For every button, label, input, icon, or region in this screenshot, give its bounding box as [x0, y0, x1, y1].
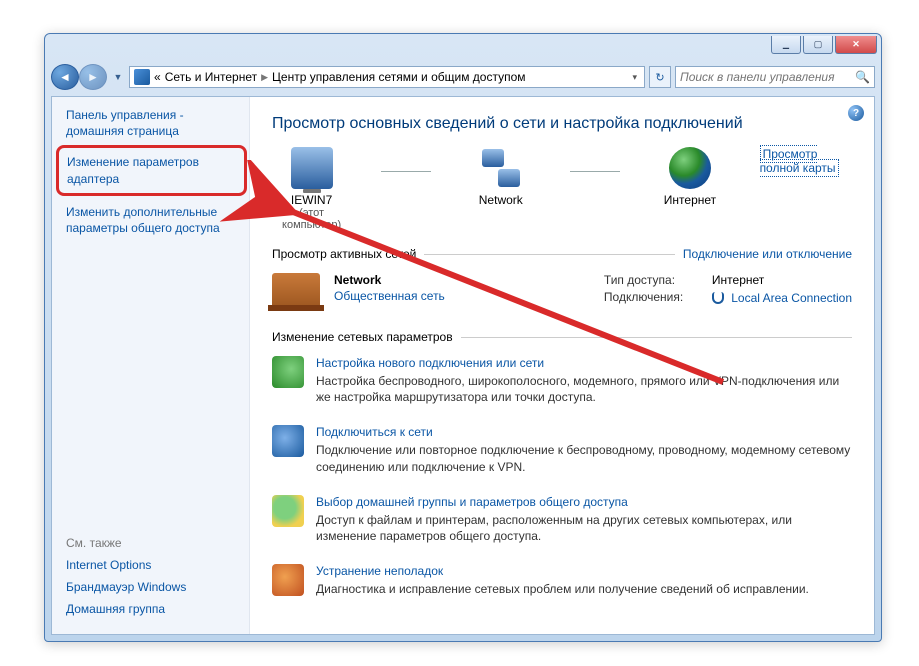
- breadcrumb-sep[interactable]: ▶: [261, 72, 268, 83]
- access-type-label: Тип доступа:: [604, 273, 700, 287]
- sidebar: Панель управления - домашняя страница Из…: [52, 97, 250, 634]
- task-list: Настройка нового подключения или сети На…: [272, 350, 852, 611]
- task-desc: Доступ к файлам и принтерам, расположенн…: [316, 512, 852, 544]
- breadcrumb-prefix: «: [154, 70, 161, 84]
- network-icon: [480, 147, 522, 189]
- task-desc: Настройка беспроводного, широкополосного…: [316, 373, 852, 405]
- map-connector: [381, 171, 431, 172]
- maximize-button[interactable]: [803, 36, 833, 54]
- annotation-highlight: Изменение параметров адаптера: [56, 145, 247, 195]
- public-network-icon: [272, 273, 320, 305]
- connections-label: Подключения:: [604, 290, 700, 305]
- adapter-settings-link[interactable]: Изменение параметров адаптера: [67, 154, 236, 186]
- task-connect-network: Подключиться к сети Подключение или повт…: [272, 419, 852, 488]
- control-panel-home-link[interactable]: Панель управления - домашняя страница: [66, 107, 239, 139]
- task-homegroup: Выбор домашней группы и параметров общег…: [272, 489, 852, 558]
- refresh-button[interactable]: ↻: [649, 66, 671, 88]
- change-settings-header: Изменение сетевых параметров: [272, 330, 852, 344]
- search-input[interactable]: [680, 70, 851, 84]
- connect-network-icon: [272, 425, 304, 457]
- see-also-homegroup[interactable]: Домашняя группа: [66, 602, 239, 616]
- address-bar[interactable]: « Сеть и Интернет ▶ Центр управления сет…: [129, 66, 645, 88]
- back-button[interactable]: ◄: [51, 64, 79, 90]
- map-internet[interactable]: Интернет: [650, 147, 729, 207]
- task-link[interactable]: Выбор домашней группы и параметров общег…: [316, 495, 628, 509]
- ethernet-icon: [712, 292, 724, 304]
- task-link[interactable]: Устранение неполадок: [316, 564, 443, 578]
- see-also-firewall[interactable]: Брандмауэр Windows: [66, 580, 239, 594]
- main-panel: ? Просмотр основных сведений о сети и на…: [250, 97, 874, 634]
- active-network-block: Network Общественная сеть Тип доступа: И…: [272, 267, 852, 322]
- see-also-title: См. также: [66, 536, 239, 550]
- breadcrumb-level1[interactable]: Сеть и Интернет: [165, 70, 257, 84]
- troubleshoot-icon: [272, 564, 304, 596]
- map-this-computer[interactable]: IEWIN7 (этот компьютер): [272, 147, 351, 231]
- task-troubleshoot: Устранение неполадок Диагностика и испра…: [272, 558, 852, 611]
- full-map-link[interactable]: Просмотр полной карты: [760, 147, 852, 175]
- close-button[interactable]: [835, 36, 877, 54]
- task-desc: Подключение или повторное подключение к …: [316, 442, 852, 474]
- search-icon: 🔍: [855, 70, 870, 84]
- globe-icon: [669, 147, 711, 189]
- see-also: См. также Internet Options Брандмауэр Wi…: [66, 516, 239, 624]
- map-connector: [570, 171, 620, 172]
- see-also-internet-options[interactable]: Internet Options: [66, 558, 239, 572]
- task-link[interactable]: Подключиться к сети: [316, 425, 433, 439]
- titlebar: [45, 34, 881, 62]
- task-link[interactable]: Настройка нового подключения или сети: [316, 356, 544, 370]
- history-dropdown[interactable]: ▼: [111, 72, 125, 82]
- help-icon[interactable]: ?: [848, 105, 864, 121]
- control-panel-icon: [134, 69, 150, 85]
- task-setup-connection: Настройка нового подключения или сети На…: [272, 350, 852, 419]
- access-type-value: Интернет: [712, 273, 764, 287]
- network-category-link[interactable]: Общественная сеть: [334, 289, 445, 303]
- connect-disconnect-link[interactable]: Подключение или отключение: [683, 247, 852, 261]
- forward-button[interactable]: ►: [79, 64, 107, 90]
- computer-icon: [291, 147, 333, 189]
- advanced-sharing-link[interactable]: Изменить дополнительные параметры общего…: [66, 204, 239, 236]
- homegroup-icon: [272, 495, 304, 527]
- network-name: Network: [334, 273, 445, 287]
- search-box[interactable]: 🔍: [675, 66, 875, 88]
- breadcrumb-level2[interactable]: Центр управления сетями и общим доступом: [272, 70, 526, 84]
- task-desc: Диагностика и исправление сетевых пробле…: [316, 581, 809, 597]
- page-heading: Просмотр основных сведений о сети и наст…: [272, 115, 852, 133]
- connection-link[interactable]: Local Area Connection: [731, 291, 852, 305]
- address-dropdown[interactable]: ▾: [629, 72, 640, 83]
- map-network[interactable]: Network: [461, 147, 540, 207]
- client-area: Панель управления - домашняя страница Из…: [51, 96, 875, 635]
- active-networks-header: Просмотр активных сетей Подключение или …: [272, 247, 852, 261]
- network-map: IEWIN7 (этот компьютер) Network Интернет…: [272, 147, 852, 231]
- setup-connection-icon: [272, 356, 304, 388]
- minimize-button[interactable]: [771, 36, 801, 54]
- navbar: ◄ ► ▼ « Сеть и Интернет ▶ Центр управлен…: [51, 62, 875, 92]
- window-frame: ◄ ► ▼ « Сеть и Интернет ▶ Центр управлен…: [44, 33, 882, 642]
